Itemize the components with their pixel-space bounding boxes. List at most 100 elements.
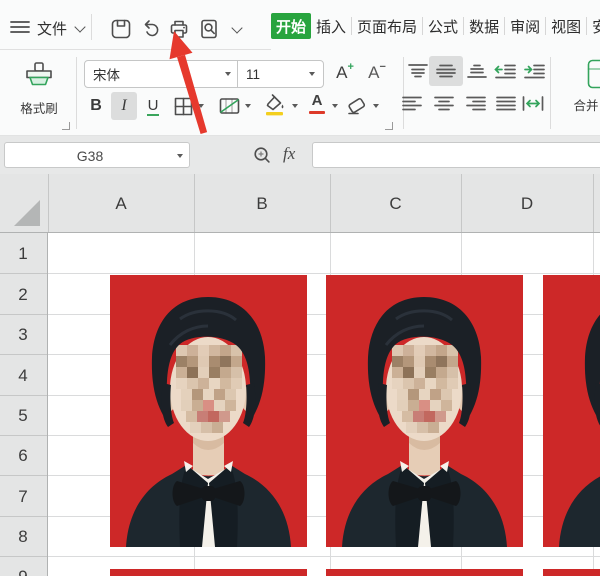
tab-review[interactable]: 审阅 xyxy=(505,13,545,39)
search-function-button[interactable] xyxy=(252,145,272,165)
file-menu[interactable]: 文件 xyxy=(37,18,67,39)
decrease-indent-button[interactable] xyxy=(492,60,518,82)
underline-letter: U xyxy=(147,97,160,116)
undo-icon xyxy=(139,18,161,40)
format-painter-label: 格式刷 xyxy=(10,98,68,117)
tab-formulas[interactable]: 公式 xyxy=(423,13,463,39)
save-button[interactable] xyxy=(109,17,133,41)
font-color-button[interactable]: A xyxy=(306,92,328,118)
row-gridline xyxy=(0,395,47,396)
name-box-dropdown-icon[interactable] xyxy=(177,154,183,158)
row-gridline xyxy=(0,475,47,476)
select-all-corner[interactable] xyxy=(0,174,48,232)
row-header-1[interactable]: 1 xyxy=(0,244,46,264)
row-gridline xyxy=(0,556,47,557)
increase-font-sign: + xyxy=(347,61,353,73)
select-all-triangle-icon xyxy=(14,200,40,226)
column-header-a[interactable]: A xyxy=(48,194,194,214)
font-name-dropdown-icon[interactable] xyxy=(225,72,231,76)
tab-view[interactable]: 视图 xyxy=(546,13,586,39)
id-photo-5-partial[interactable] xyxy=(326,569,523,576)
toolbar-dropdown-icon[interactable] xyxy=(231,22,242,33)
distribute-button[interactable] xyxy=(520,92,546,114)
font-name-select[interactable]: 宋体 xyxy=(84,60,240,88)
group-expand-corner xyxy=(62,122,70,130)
font-size-select[interactable]: 11 xyxy=(237,60,324,88)
clear-format-dropdown-icon[interactable] xyxy=(373,104,379,108)
merge-center-button[interactable] xyxy=(586,58,600,90)
fill-color-dropdown-icon[interactable] xyxy=(292,104,298,108)
print-preview-icon xyxy=(198,18,220,40)
align-center-icon xyxy=(433,95,455,112)
underline-button[interactable]: U xyxy=(141,92,165,120)
ribbon-tabs: 开始 插入 页面布局 公式 数据 审阅 视图 安全 开 xyxy=(271,12,600,40)
bold-button[interactable]: B xyxy=(84,92,108,120)
distribute-icon xyxy=(521,95,545,112)
align-right-icon xyxy=(465,95,487,112)
row-header-7[interactable]: 7 xyxy=(0,487,46,507)
column-header-b[interactable]: B xyxy=(194,194,330,214)
increase-font-button[interactable]: A+ xyxy=(330,59,360,87)
fill-color-icon xyxy=(263,93,287,118)
shading-button[interactable] xyxy=(216,95,242,117)
clear-format-button[interactable] xyxy=(344,94,370,118)
undo-button[interactable] xyxy=(138,17,162,41)
valign-top-button[interactable] xyxy=(406,60,430,82)
id-photo-2[interactable] xyxy=(326,275,523,547)
sheet-area: A B C D 1 2 3 4 5 6 7 8 9 xyxy=(0,174,600,576)
tab-data[interactable]: 数据 xyxy=(464,13,504,39)
name-box[interactable]: G38 xyxy=(4,142,190,168)
merge-cells-icon xyxy=(587,59,600,89)
row-header-3[interactable]: 3 xyxy=(0,325,46,345)
row-header-8[interactable]: 8 xyxy=(0,527,46,547)
print-icon xyxy=(168,18,190,40)
font-size-dropdown-icon[interactable] xyxy=(309,72,315,76)
ribbon: 格式刷 宋体 11 A+ A− B I U xyxy=(0,50,600,136)
justify-button[interactable] xyxy=(494,92,518,114)
cell-gridline-h xyxy=(48,556,600,557)
save-icon xyxy=(110,18,132,40)
increase-font-letter: A xyxy=(336,63,347,83)
tab-security[interactable]: 安全 xyxy=(587,13,600,39)
id-photo-6-partial[interactable] xyxy=(543,569,600,576)
increase-indent-button[interactable] xyxy=(521,60,547,82)
header-gridline xyxy=(194,174,195,232)
column-header-d[interactable]: D xyxy=(461,194,593,214)
shading-dropdown-icon[interactable] xyxy=(245,104,251,108)
italic-button[interactable]: I xyxy=(111,92,137,120)
row-header-5[interactable]: 5 xyxy=(0,406,46,426)
row-header-4[interactable]: 4 xyxy=(0,366,46,386)
id-photo-3-clipped[interactable] xyxy=(543,275,600,547)
ribbon-group-separator xyxy=(76,57,77,129)
print-preview-button[interactable] xyxy=(197,17,221,41)
print-button[interactable] xyxy=(167,17,191,41)
id-photo-4-partial[interactable] xyxy=(110,569,307,576)
tab-insert[interactable]: 插入 xyxy=(311,13,351,39)
borders-dropdown-icon[interactable] xyxy=(198,104,204,108)
decrease-font-button[interactable]: A− xyxy=(362,59,392,87)
tab-home[interactable]: 开始 xyxy=(271,13,311,39)
format-painter-button[interactable] xyxy=(20,58,58,98)
menubar-separator xyxy=(91,14,92,40)
valign-bottom-button[interactable] xyxy=(465,60,489,82)
row-header-9[interactable]: 9 xyxy=(0,567,46,576)
align-left-button[interactable] xyxy=(400,92,424,114)
hamburger-icon[interactable] xyxy=(9,19,31,35)
valign-middle-button[interactable] xyxy=(429,56,463,86)
insert-function-button[interactable]: fx xyxy=(283,144,295,164)
align-center-button[interactable] xyxy=(432,92,456,114)
borders-icon xyxy=(173,96,194,117)
tab-page-layout[interactable]: 页面布局 xyxy=(352,13,422,39)
file-menu-chevron-icon[interactable] xyxy=(74,21,85,32)
align-left-icon xyxy=(401,95,423,112)
align-right-button[interactable] xyxy=(464,92,488,114)
formula-input[interactable] xyxy=(312,142,600,168)
row-header-2[interactable]: 2 xyxy=(0,285,46,305)
fill-color-button[interactable] xyxy=(262,92,288,118)
shading-icon xyxy=(218,96,241,116)
column-header-c[interactable]: C xyxy=(330,194,461,214)
borders-button[interactable] xyxy=(171,95,195,117)
font-color-dropdown-icon[interactable] xyxy=(332,104,338,108)
id-photo-1[interactable] xyxy=(110,275,307,547)
row-header-6[interactable]: 6 xyxy=(0,446,46,466)
